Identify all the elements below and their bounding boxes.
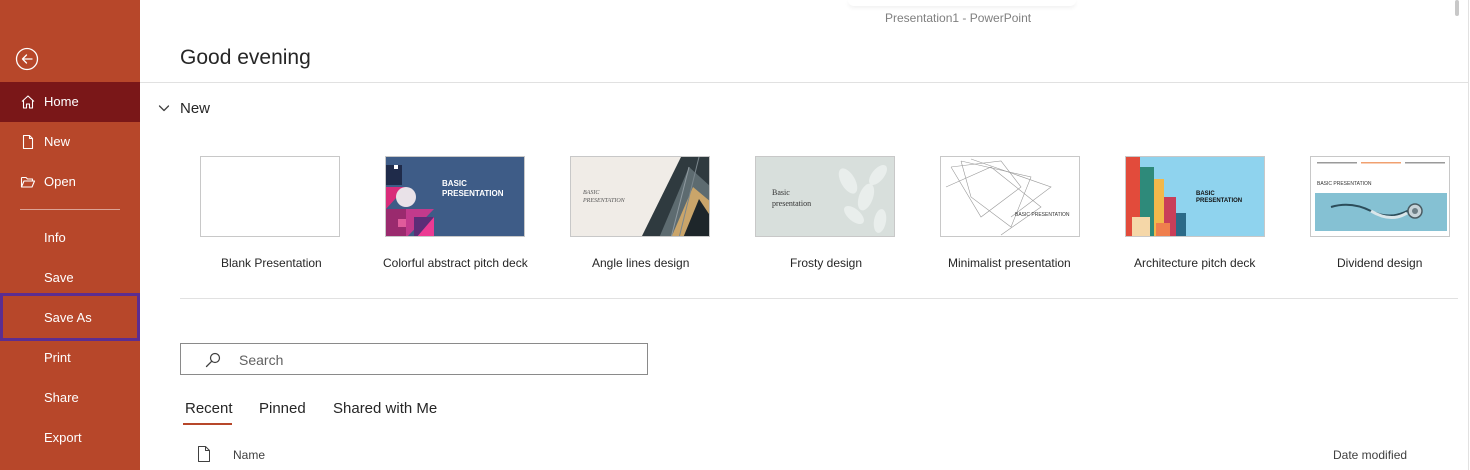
sidebar: Home New Open Info Save Save As Print Sh…	[0, 0, 140, 470]
template-label: Frosty design	[790, 256, 863, 270]
thumbnail-artwork	[1311, 157, 1449, 236]
template-thumbnail: BASIC PRESENTATION	[940, 156, 1080, 237]
template-thumbnail: BASIC PRESENTATION	[1310, 156, 1450, 237]
sidebar-item-info[interactable]: Info	[0, 218, 140, 258]
title-search-pill	[848, 0, 1076, 6]
template-label: Blank Presentation	[221, 256, 322, 270]
back-button[interactable]	[15, 47, 39, 71]
greeting-heading: Good evening	[180, 46, 311, 69]
sidebar-item-save-as[interactable]: Save As	[0, 293, 140, 341]
active-tab-indicator	[183, 423, 232, 425]
search-box[interactable]	[180, 343, 648, 375]
back-arrow-circle-icon	[15, 47, 39, 71]
template-label: Angle lines design	[592, 256, 690, 270]
search-icon	[205, 352, 221, 368]
file-type-icon	[198, 446, 210, 462]
template-label: Architecture pitch deck	[1134, 256, 1256, 270]
thumbnail-title: BASIC PRESENTATION	[1015, 212, 1070, 218]
sidebar-item-new[interactable]: New	[0, 122, 140, 162]
tab-recent[interactable]: Recent	[185, 400, 233, 417]
sidebar-item-label: Home	[44, 94, 79, 109]
search-input[interactable]	[239, 350, 629, 370]
chevron-down-icon	[158, 105, 170, 112]
window-title: Presentation1 - PowerPoint	[885, 11, 1032, 25]
scrollbar-thumb[interactable]	[1455, 0, 1459, 16]
open-folder-icon	[20, 176, 36, 188]
tab-pinned[interactable]: Pinned	[259, 400, 306, 417]
powerpoint-backstage: Home New Open Info Save Save As Print Sh…	[0, 0, 1470, 470]
template-thumbnail: BASIC PRESENTATION	[385, 156, 525, 237]
new-document-icon	[22, 134, 34, 150]
sidebar-item-home[interactable]: Home	[0, 82, 140, 122]
sidebar-item-open[interactable]: Open	[0, 162, 140, 202]
sidebar-item-print[interactable]: Print	[0, 338, 140, 378]
column-header-date-modified[interactable]: Date modified	[1333, 448, 1407, 462]
column-header-name[interactable]: Name	[233, 448, 265, 462]
template-label: Dividend design	[1337, 256, 1423, 270]
thumbnail-artwork	[941, 157, 1079, 236]
sidebar-item-export[interactable]: Export	[0, 418, 140, 458]
sidebar-item-label: New	[44, 134, 71, 149]
new-section-heading: New	[180, 100, 211, 117]
new-section-toggle[interactable]	[157, 101, 171, 115]
scrollbar-track	[1468, 0, 1469, 470]
template-thumbnail	[200, 156, 340, 237]
thumbnail-title: BASIC PRESENTATION	[1317, 181, 1372, 187]
sidebar-divider	[20, 209, 120, 210]
sidebar-item-share[interactable]: Share	[0, 378, 140, 418]
template-thumbnail: Basic presentation	[755, 156, 895, 237]
divider	[140, 82, 1468, 83]
sidebar-item-label: Info	[44, 230, 66, 245]
thumbnail-title: Basic presentation	[772, 188, 812, 208]
sidebar-item-label: Export	[44, 430, 82, 445]
sidebar-item-label: Print	[44, 350, 71, 365]
thumbnail-title: BASIC PRESENTATION	[442, 179, 504, 198]
sidebar-item-label: Save As	[44, 310, 92, 325]
template-thumbnail: BASIC PRESENTATION	[570, 156, 710, 237]
divider	[180, 298, 1458, 299]
sidebar-item-label: Share	[44, 390, 79, 405]
thumbnail-title: BASIC PRESENTATION	[583, 190, 625, 204]
home-icon	[21, 95, 35, 109]
tab-shared-with-me[interactable]: Shared with Me	[333, 400, 437, 417]
template-label: Minimalist presentation	[948, 256, 1071, 270]
sidebar-item-save[interactable]: Save	[0, 258, 140, 298]
sidebar-item-label: Open	[44, 174, 76, 189]
thumbnail-title: BASIC PRESENTATION	[1196, 191, 1243, 204]
template-label: Colorful abstract pitch deck	[383, 256, 528, 270]
template-thumbnail: BASIC PRESENTATION	[1125, 156, 1265, 237]
sidebar-item-label: Save	[44, 270, 74, 285]
